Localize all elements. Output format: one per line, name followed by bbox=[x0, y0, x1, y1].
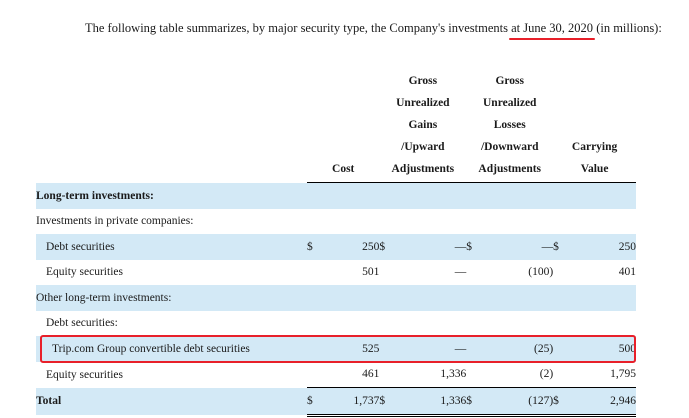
row-label: Debt securities: bbox=[46, 317, 118, 330]
row-trip-com: Trip.com Group convertible debt securiti… bbox=[36, 336, 636, 362]
cell-losses: (25) bbox=[484, 336, 554, 362]
row-label: Investments in private companies: bbox=[36, 215, 194, 228]
cell-losses: — bbox=[484, 234, 554, 260]
row-label: Debt securities bbox=[36, 234, 308, 260]
row-label: Other long-term investments: bbox=[36, 285, 308, 311]
row-label: Equity securities bbox=[46, 368, 123, 381]
header-row: Cost Gross Unrealized Gains /Upward Adju… bbox=[36, 70, 636, 183]
row-long-term-investments: Long-term investments: bbox=[36, 182, 636, 209]
cell-cost: 250 bbox=[338, 234, 380, 260]
cell-carrying: 401 bbox=[618, 266, 636, 279]
dollar-sign: $ bbox=[379, 234, 399, 260]
intro-paragraph: The following table summarizes, by major… bbox=[40, 18, 670, 40]
row-equity-securities-other: Equity securities 461 1,336 (2) 1,795 bbox=[36, 362, 636, 388]
row-debt-securities-sub: Debt securities: bbox=[36, 311, 636, 337]
intro-text-after: (in millions): bbox=[593, 21, 662, 35]
cell-losses: (2) bbox=[539, 368, 554, 381]
header-losses: Gross Unrealized Losses /Downward Adjust… bbox=[466, 70, 554, 183]
header-cost: Cost bbox=[307, 70, 380, 183]
cell-losses: (127) bbox=[484, 387, 554, 417]
dollar-sign: $ bbox=[466, 387, 485, 417]
cell-carrying: 1,795 bbox=[610, 368, 636, 381]
dollar-sign: $ bbox=[379, 387, 399, 417]
cell-gains: 1,336 bbox=[398, 387, 467, 417]
dollar-sign: $ bbox=[466, 234, 485, 260]
header-gains: Gross Unrealized Gains /Upward Adjustmen… bbox=[379, 70, 467, 183]
row-label: Long-term investments: bbox=[36, 182, 308, 209]
cell-carrying: 500 bbox=[571, 336, 636, 362]
dollar-sign: $ bbox=[307, 387, 339, 417]
investments-table: Cost Gross Unrealized Gains /Upward Adju… bbox=[36, 70, 636, 417]
cell-carrying: 250 bbox=[571, 234, 636, 260]
cell-gains: 1,336 bbox=[440, 368, 467, 381]
row-other-long-term: Other long-term investments: bbox=[36, 285, 636, 311]
cell-losses: (100) bbox=[528, 266, 554, 279]
dollar-sign: $ bbox=[553, 234, 572, 260]
cell-cost: 1,737 bbox=[338, 387, 380, 417]
cell-cost: 461 bbox=[362, 368, 380, 381]
row-label: Total bbox=[36, 387, 308, 415]
header-carrying: Carrying Value bbox=[553, 70, 636, 183]
cell-cost: 501 bbox=[362, 266, 380, 279]
cell-gains: — bbox=[398, 234, 467, 260]
row-equity-securities: Equity securities 501 — (100) 401 bbox=[36, 260, 636, 286]
intro-text-before: The following table summarizes, by major… bbox=[85, 21, 512, 35]
cell-gains: — bbox=[398, 336, 467, 362]
intro-date-underlined: at June 30, 2020 bbox=[509, 18, 595, 40]
cell-gains: — bbox=[454, 266, 467, 279]
dollar-sign: $ bbox=[307, 234, 339, 260]
row-total: Total $ 1,737 $ 1,336 $ (127) $ 2,946 bbox=[36, 387, 636, 417]
row-investments-private: Investments in private companies: bbox=[36, 209, 636, 235]
row-label: Equity securities bbox=[46, 266, 123, 279]
cell-carrying: 2,946 bbox=[571, 387, 636, 417]
cell-cost: 525 bbox=[338, 336, 380, 362]
row-debt-securities: Debt securities $ 250 $ — $ — $ 250 bbox=[36, 234, 636, 260]
row-label: Trip.com Group convertible debt securiti… bbox=[36, 336, 308, 362]
dollar-sign: $ bbox=[553, 387, 572, 417]
